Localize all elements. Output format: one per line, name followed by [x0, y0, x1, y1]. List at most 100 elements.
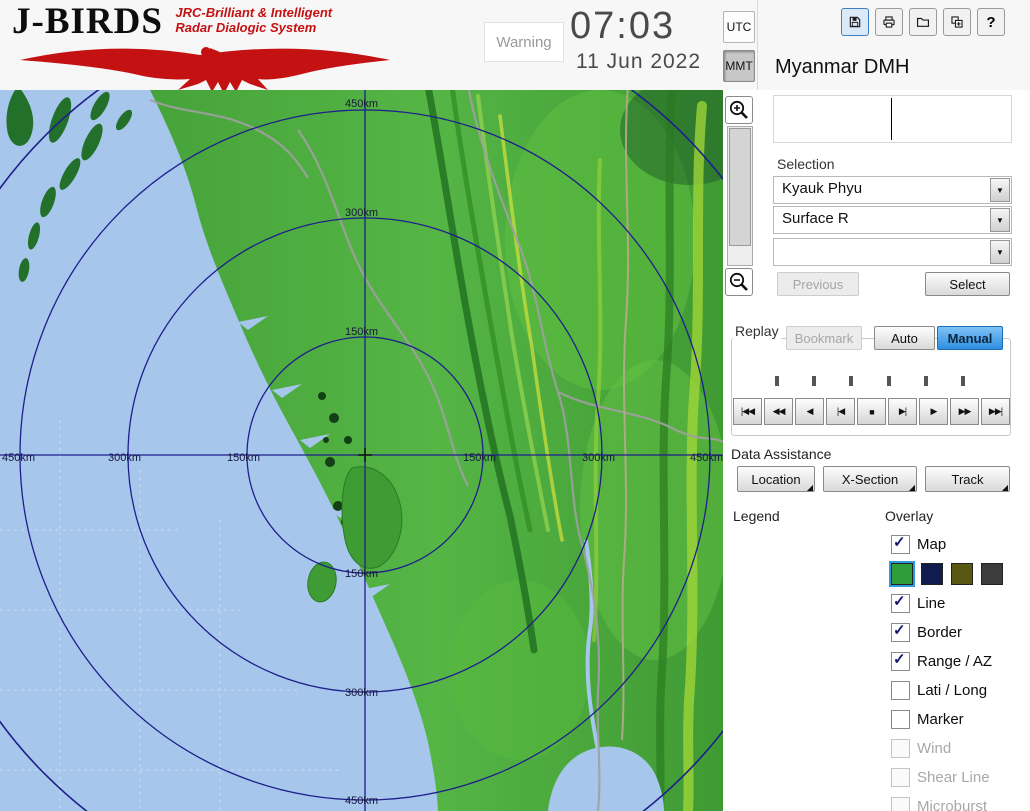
station-value: Kyauk Phyu: [782, 180, 863, 197]
header-toolbar: ?: [841, 8, 1005, 36]
clock-time: 07:03: [570, 5, 676, 47]
jbirds-app: J-BIRDS JRC-Brilliant & Intelligent Rada…: [0, 0, 1030, 811]
step-backward-button[interactable]: |◀: [826, 398, 855, 425]
map-style-swatches: [889, 559, 1027, 589]
header-divider: [757, 0, 758, 90]
timeline-tick: [924, 376, 928, 386]
magnifier-minus-icon: [729, 272, 748, 291]
logo-subtitle: JRC-Brilliant & Intelligent Radar Dialog…: [175, 5, 332, 35]
microburst-checkbox: ✓: [891, 797, 910, 811]
play-backward-button[interactable]: ◀: [795, 398, 824, 425]
map-color-swatch-navy[interactable]: [921, 563, 943, 585]
overlay-label-line: Line: [917, 595, 946, 612]
selection-label: Selection: [777, 156, 835, 172]
print-button[interactable]: [875, 8, 903, 36]
overlay-row-line: ✓ Line: [891, 589, 1027, 618]
overlay-row-lati-long: ✓ Lati / Long: [891, 676, 1027, 705]
overlay-label: Overlay: [885, 508, 934, 524]
marker-checkbox[interactable]: ✓: [891, 710, 910, 729]
app-header: J-BIRDS JRC-Brilliant & Intelligent Rada…: [0, 0, 1030, 90]
range-label: 450km: [345, 98, 378, 110]
fast-rewind-button[interactable]: ◀◀: [764, 398, 793, 425]
map-color-swatch-gray[interactable]: [981, 563, 1003, 585]
previous-button: Previous: [777, 272, 859, 296]
main-area: 450km 300km 150km 150km 300km 450km 450k…: [0, 90, 1030, 811]
overlay-label-range-az: Range / AZ: [917, 653, 993, 670]
jump-to-end-button[interactable]: ▶▶|: [981, 398, 1010, 425]
logo-title: J-BIRDS: [12, 1, 163, 42]
timezone-toggle: UTC MMT: [723, 11, 755, 82]
chevron-down-icon[interactable]: ▼: [990, 178, 1010, 202]
range-label: 150km: [463, 452, 496, 464]
message-box[interactable]: [773, 95, 1012, 143]
radar-map-display[interactable]: 450km 300km 150km 150km 300km 450km 450k…: [0, 90, 723, 811]
overlay-label-marker: Marker: [917, 711, 964, 728]
help-button[interactable]: ?: [977, 8, 1005, 36]
warning-button[interactable]: Warning: [484, 22, 564, 62]
overlay-label-lati-long: Lati / Long: [917, 682, 988, 699]
product-dropdown[interactable]: Surface R ▼: [773, 206, 1012, 234]
wind-checkbox: ✓: [891, 739, 910, 758]
range-label: 150km: [345, 568, 378, 580]
jbirds-logo: J-BIRDS JRC-Brilliant & Intelligent Rada…: [12, 2, 432, 90]
map-checkbox[interactable]: ✓: [891, 534, 910, 554]
copy-add-button[interactable]: [943, 8, 971, 36]
track-button[interactable]: Track ◢: [925, 466, 1010, 492]
replay-media-controls: |◀◀ ◀◀ ◀ |◀ ■ ▶| ▶ ▶▶ ▶▶|: [733, 398, 1010, 425]
clock: 07:03 11 Jun 2022: [570, 4, 701, 74]
zoom-slider-track[interactable]: [727, 126, 753, 266]
zoom-slider-thumb[interactable]: [729, 128, 751, 246]
border-checkbox[interactable]: ✓: [891, 622, 910, 642]
replay-label: Replay: [733, 323, 781, 339]
overlay-row-wind: ✓ Wind: [891, 734, 1027, 763]
station-dropdown[interactable]: Kyauk Phyu ▼: [773, 176, 1012, 204]
overlay-row-range-az: ✓ Range / AZ: [891, 647, 1027, 676]
x-section-button-label: X-Section: [841, 471, 899, 487]
stop-button[interactable]: ■: [857, 398, 886, 425]
step-forward-button[interactable]: ▶|: [888, 398, 917, 425]
x-section-button[interactable]: X-Section ◢: [823, 466, 917, 492]
range-label: 450km: [690, 452, 723, 464]
submenu-corner-icon: ◢: [1001, 483, 1008, 492]
auto-mode-button[interactable]: Auto: [874, 326, 935, 350]
chevron-down-icon[interactable]: ▼: [990, 208, 1010, 232]
product-value: Surface R: [782, 210, 849, 227]
track-button-label: Track: [951, 471, 984, 487]
manual-mode-button[interactable]: Manual: [937, 326, 1003, 350]
timeline-tick: [887, 376, 891, 386]
copy-plus-icon: [951, 16, 963, 28]
check-icon: ✓: [893, 651, 906, 668]
printer-icon: [883, 16, 895, 28]
question-mark-icon: ?: [986, 13, 996, 31]
line-checkbox[interactable]: ✓: [891, 593, 910, 613]
magnifier-plus-icon: [729, 100, 748, 119]
logo-subtitle-line2: Radar Dialogic System: [175, 20, 317, 35]
overlay-label-border: Border: [917, 624, 963, 641]
map-color-swatch-green[interactable]: [889, 561, 915, 587]
overlay-label-wind: Wind: [917, 740, 952, 757]
lati-long-checkbox[interactable]: ✓: [891, 681, 910, 700]
timeline-tick: [775, 376, 779, 386]
chevron-down-icon[interactable]: ▼: [990, 240, 1010, 264]
select-button[interactable]: Select: [925, 272, 1010, 296]
range-label: 450km: [2, 452, 35, 464]
check-icon: ✓: [893, 622, 906, 639]
organization-name: Myanmar DMH: [775, 56, 910, 78]
zoom-controls: [725, 96, 755, 296]
extra-dropdown[interactable]: ▼: [773, 238, 1012, 266]
location-button[interactable]: Location ◢: [737, 466, 815, 492]
jump-to-start-button[interactable]: |◀◀: [733, 398, 762, 425]
zoom-out-button[interactable]: [725, 268, 753, 296]
overlay-list: ✓ Map ✓ Line ✓ Border ✓ Range / AZ Lati …: [889, 530, 1027, 811]
range-az-checkbox[interactable]: ✓: [891, 651, 910, 671]
data-assistance-label: Data Assistance: [731, 446, 832, 462]
zoom-in-button[interactable]: [725, 96, 753, 124]
open-file-button[interactable]: [909, 8, 937, 36]
fast-forward-button[interactable]: ▶▶: [950, 398, 979, 425]
utc-button[interactable]: UTC: [723, 11, 755, 43]
save-button[interactable]: [841, 8, 869, 36]
play-button[interactable]: ▶: [919, 398, 948, 425]
map-color-swatch-olive[interactable]: [951, 563, 973, 585]
mmt-button[interactable]: MMT: [723, 50, 755, 82]
text-cursor: [891, 98, 892, 140]
